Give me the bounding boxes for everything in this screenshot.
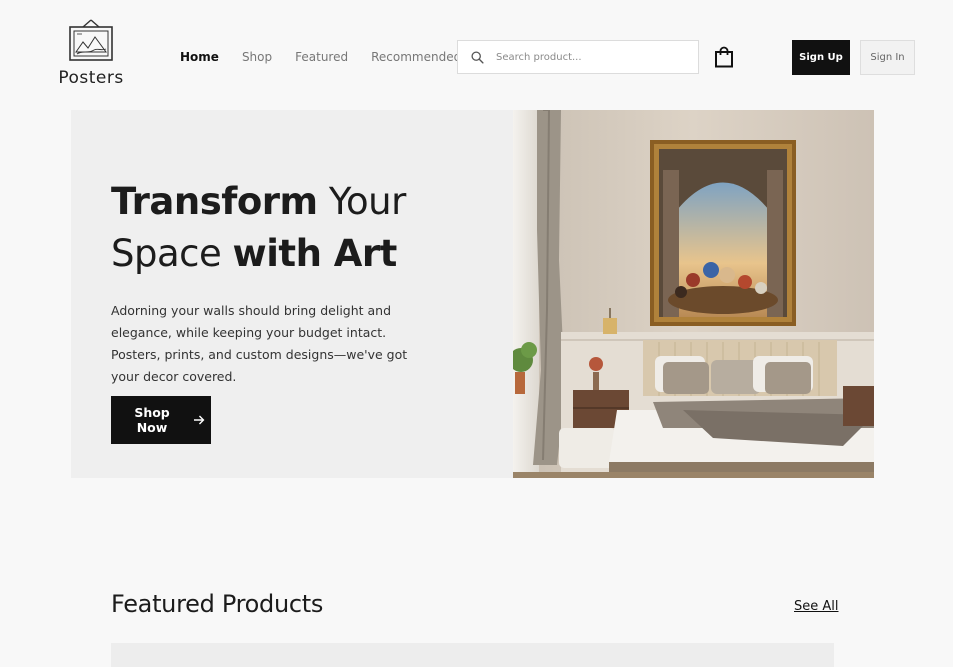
framed-picture-icon (69, 19, 113, 61)
shop-now-label: Shop Now (134, 405, 170, 435)
bedroom-hero-image (513, 110, 874, 478)
featured-products-grid (111, 643, 834, 667)
main-nav: Home Shop Featured Recommended (180, 50, 484, 64)
brand-name: Posters (58, 68, 124, 88)
nav-featured[interactable]: Featured (295, 50, 348, 64)
shopping-bag-icon[interactable] (714, 46, 734, 68)
shop-now-button[interactable]: Shop Now (111, 396, 211, 444)
hero-title-bold-2: with Art (232, 232, 398, 275)
hero-title: Transform Your Space with Art (111, 176, 406, 280)
hero-title-normal-1: Your (317, 180, 407, 223)
search-icon[interactable] (471, 50, 484, 64)
hero-title-normal-2: Space (111, 232, 233, 275)
brand-logo[interactable]: Posters (56, 18, 126, 88)
search-bar (457, 40, 699, 74)
hero-description: Adorning your walls should bring delight… (111, 303, 408, 384)
nav-home[interactable]: Home (180, 50, 219, 64)
sign-up-button[interactable]: Sign Up (792, 40, 850, 75)
arrow-right-icon (194, 415, 205, 425)
see-all-link[interactable]: See All (794, 599, 839, 614)
sign-in-button[interactable]: Sign In (860, 40, 915, 75)
hero-banner: Transform Your Space with Art Adorning y… (71, 110, 874, 478)
search-input[interactable] (496, 51, 686, 63)
nav-recommended[interactable]: Recommended (371, 50, 461, 64)
featured-section-title: Featured Products (111, 590, 324, 618)
nav-shop[interactable]: Shop (242, 50, 272, 64)
hero-title-bold-1: Transform (111, 180, 318, 223)
